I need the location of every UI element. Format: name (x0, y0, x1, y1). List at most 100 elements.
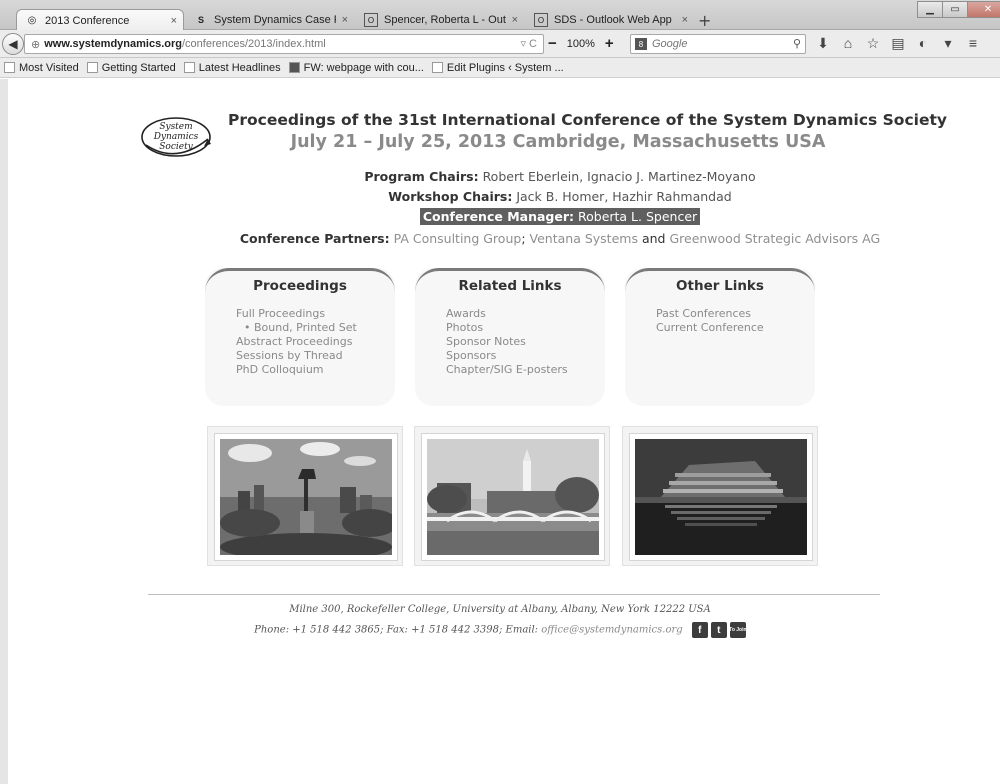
join-icon[interactable]: To Join (729, 622, 747, 638)
zoom-in-button[interactable]: + (605, 35, 614, 52)
tab-spencer-outlook[interactable]: O Spencer, Roberta L - Outlo... × (356, 9, 524, 31)
photo-frame (629, 433, 813, 561)
new-tab-button[interactable]: + (698, 11, 711, 30)
menu-icon[interactable]: ≡ (966, 35, 980, 52)
partner-link-ventana[interactable]: Ventana Systems (530, 231, 638, 246)
photo-hotel-night (622, 426, 818, 566)
zoom-controls: − 100% + (548, 35, 614, 52)
bookmark-most-visited[interactable]: Most Visited (4, 62, 79, 74)
footer-address: Milne 300, Rockefeller College, Universi… (289, 604, 711, 615)
outlook-icon: O (364, 13, 378, 27)
close-icon[interactable]: × (512, 14, 518, 26)
sds-logo[interactable]: System Dynamics Society (138, 115, 216, 159)
program-chairs-label: Program Chairs: (364, 169, 479, 184)
zoom-out-button[interactable]: − (548, 35, 557, 52)
harvard-bridge-image (427, 439, 599, 555)
search-input[interactable] (650, 37, 780, 51)
link-full-proceedings[interactable]: Full Proceedings (236, 307, 357, 321)
tab-2013-conference[interactable]: ◎ 2013 Conference × (16, 9, 184, 31)
related-links-box: Related Links Awards Photos Sponsor Note… (415, 268, 605, 406)
social-links: f t To Join (691, 622, 747, 638)
workshop-chairs-label: Workshop Chairs: (388, 189, 513, 204)
proceedings-box: Proceedings Full Proceedings • Bound, Pr… (205, 268, 395, 406)
dropdown-icon[interactable]: ▾ (941, 35, 955, 52)
contact-text: Phone: +1 518 442 3865; Fax: +1 518 442 … (254, 624, 539, 636)
footer-contact: Phone: +1 518 442 3865; Fax: +1 518 442 … (130, 622, 870, 638)
close-icon[interactable]: × (171, 15, 177, 27)
logo-graphic: System Dynamics Society (141, 117, 211, 157)
partner-link-greenwood[interactable]: Greenwood Strategic Advisors AG (669, 231, 880, 246)
link-chapter-sig-eposters[interactable]: Chapter/SIG E-posters (446, 363, 568, 377)
photo-boston-common (207, 426, 403, 566)
link-phd-colloquium[interactable]: PhD Colloquium (236, 363, 357, 377)
sd-icon: S (197, 15, 204, 25)
home-icon[interactable]: ⌂ (841, 35, 855, 52)
bookmark-edit-plugins[interactable]: Edit Plugins ‹ System ... (431, 61, 564, 74)
boston-skyline-image (220, 439, 392, 555)
tab-system-dynamics-case[interactable]: S System Dynamics Case Re... × (186, 9, 354, 31)
close-window-icon[interactable]: ✕ (967, 1, 1000, 18)
zoom-level[interactable]: 100% (567, 38, 595, 50)
twitter-icon[interactable]: t (710, 622, 727, 638)
link-abstract-proceedings[interactable]: Abstract Proceedings (236, 335, 357, 349)
other-links-list: Past Conferences Current Conference (656, 307, 764, 335)
bookmark-fw-webpage[interactable]: FW: webpage with cou... (288, 61, 424, 74)
maximize-icon[interactable]: ▭ (942, 1, 968, 18)
back-arrow-icon: ◀ (8, 37, 18, 51)
download-icon[interactable]: ⬇ (816, 35, 830, 52)
bookmarks-icon (4, 62, 15, 73)
partner-link-pa-consulting[interactable]: PA Consulting Group (394, 231, 522, 246)
photo-harvard-bridge (414, 426, 610, 566)
reading-list-icon[interactable]: ▤ (891, 35, 905, 52)
proceedings-list: Full Proceedings • Bound, Printed Set Ab… (236, 307, 357, 377)
bookmark-label: FW: webpage with cou... (303, 61, 424, 74)
selection-highlight: Conference Manager: Roberta L. Spencer (419, 208, 701, 225)
related-links-heading: Related Links (458, 278, 562, 294)
url-domain: www.systemdynamics.org (44, 38, 182, 50)
bookmark-latest-headlines[interactable]: Latest Headlines (183, 61, 281, 74)
url-bar[interactable]: ⊕ www.systemdynamics.org/conferences/201… (24, 34, 544, 54)
browser-titlebar: ◎ 2013 Conference × S System Dynamics Ca… (0, 0, 1000, 31)
globe-icon: ⊕ (31, 38, 41, 51)
conference-partners: Conference Partners: PA Consulting Group… (130, 231, 990, 246)
related-links-list: Awards Photos Sponsor Notes Sponsors Cha… (446, 307, 568, 377)
link-current-conference[interactable]: Current Conference (656, 321, 764, 335)
reload-icon[interactable]: ▿ C (520, 37, 537, 50)
outlook-icon: O (534, 13, 548, 27)
link-past-conferences[interactable]: Past Conferences (656, 307, 764, 321)
facebook-icon[interactable]: f (691, 622, 708, 638)
google-icon (288, 62, 300, 73)
google-icon[interactable]: 8 (635, 38, 647, 50)
minimize-icon[interactable]: ▁ (917, 1, 943, 18)
bookmark-getting-started[interactable]: Getting Started (86, 62, 176, 74)
program-chairs-names: Robert Eberlein, Ignacio J. Martinez-Moy… (482, 169, 756, 184)
link-sessions-by-thread[interactable]: Sessions by Thread (236, 349, 357, 363)
tab-sds-outlook[interactable]: O SDS - Outlook Web App × (526, 9, 694, 31)
page-title: Proceedings of the 31st International Co… (228, 111, 947, 129)
separator: ; (521, 231, 526, 246)
link-sponsors[interactable]: Sponsors (446, 349, 568, 363)
proceedings-heading: Proceedings (253, 278, 347, 294)
back-button[interactable]: ◀ (2, 33, 24, 55)
bookmark-star-icon[interactable]: ☆ (866, 35, 880, 52)
link-bound-printed-set[interactable]: • Bound, Printed Set (236, 321, 357, 335)
email-link[interactable]: office@systemdynamics.org (541, 625, 682, 636)
logo-text-line: Dynamics (153, 132, 199, 142)
page-icon (86, 62, 98, 73)
search-box[interactable]: 8 ⚲ (630, 34, 806, 54)
link-awards[interactable]: Awards (446, 307, 568, 321)
other-links-box: Other Links Past Conferences Current Con… (625, 268, 815, 406)
search-icon[interactable]: ⚲ (793, 37, 801, 50)
link-sponsor-notes[interactable]: Sponsor Notes (446, 335, 568, 349)
bookmark-label: Edit Plugins ‹ System ... (446, 61, 564, 74)
conference-manager-label: Conference Manager: (422, 209, 574, 224)
tab-label: Spencer, Roberta L - Outlo... (384, 14, 506, 26)
bookmark-label: Latest Headlines (198, 61, 281, 74)
program-chairs: Program Chairs: Robert Eberlein, Ignacio… (130, 169, 990, 184)
close-icon[interactable]: × (682, 14, 688, 26)
addon-icon[interactable]: ◐ (916, 35, 930, 52)
footer-divider (148, 594, 880, 595)
tab-label: System Dynamics Case Re... (214, 14, 336, 26)
close-icon[interactable]: × (342, 14, 348, 26)
link-photos[interactable]: Photos (446, 321, 568, 335)
